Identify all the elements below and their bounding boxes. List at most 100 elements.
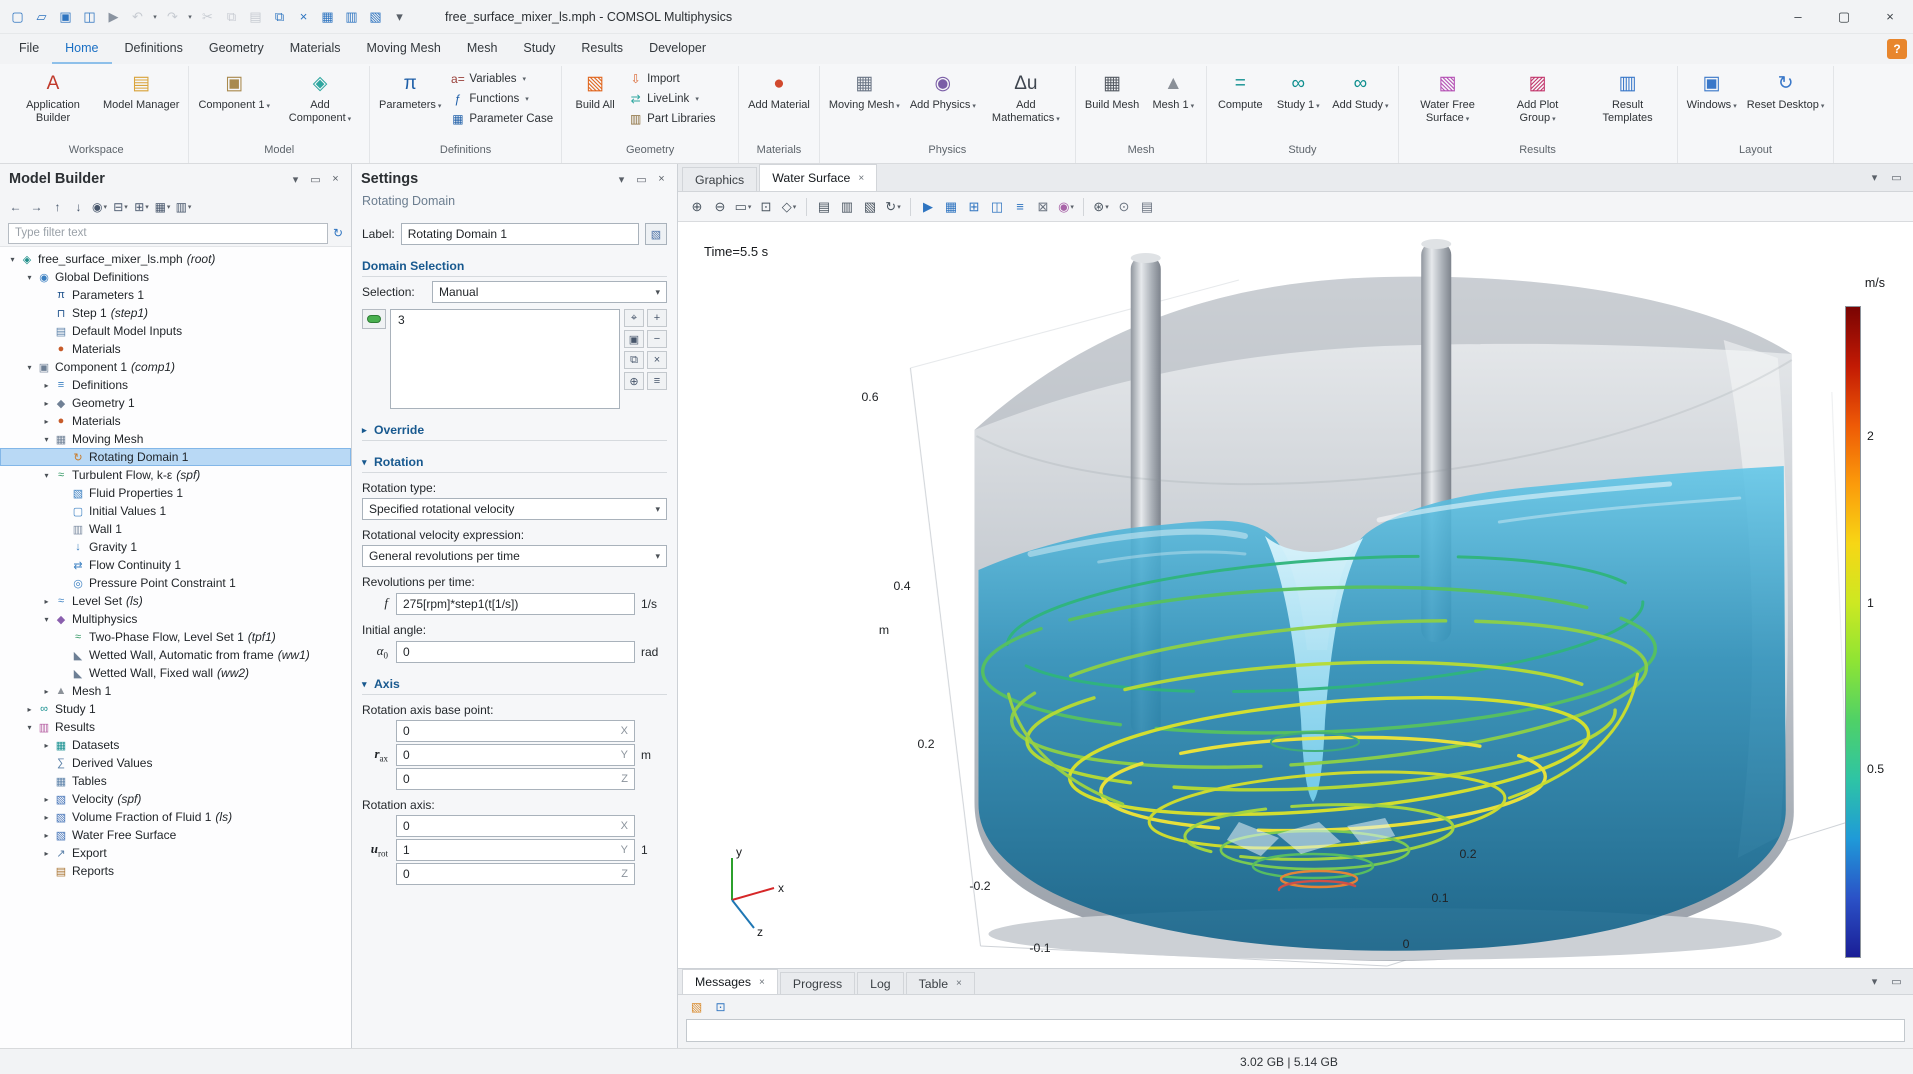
settings-close-icon[interactable]: × (655, 173, 668, 186)
ribbon-application-builder[interactable]: AApplication Builder (9, 67, 97, 128)
settings-menu-icon[interactable]: ▾ (615, 173, 628, 186)
animate-icon[interactable]: ▶ (917, 195, 939, 219)
tree-item-wetted-wall-automatic-from-frame[interactable]: ◣Wetted Wall, Automatic from frame(ww1) (0, 646, 351, 664)
tree-item-export[interactable]: ▸↗Export (0, 844, 351, 862)
model-builder-float-icon[interactable]: ▭ (309, 173, 322, 186)
close-icon[interactable]: × (759, 977, 765, 988)
selection-list[interactable]: 3 (390, 309, 620, 409)
close-icon[interactable]: × (956, 978, 962, 989)
label-input[interactable]: Rotating Domain 1 (401, 223, 639, 245)
chevron-right-icon[interactable]: ▸ (40, 831, 53, 840)
snapshot-icon[interactable]: ⊙ (1113, 195, 1135, 219)
chevron-down-icon[interactable]: ▾ (40, 435, 53, 444)
settings-float-icon[interactable]: ▭ (635, 173, 648, 186)
clear-selection-icon[interactable]: × (647, 351, 667, 369)
appearance-icon[interactable]: ◉▾ (1055, 195, 1077, 219)
ribbon-livelink[interactable]: ⇄LiveLink▾ (625, 91, 733, 107)
base-point-x-input[interactable]: 0X (396, 720, 635, 742)
tree-item-level-set[interactable]: ▸≈Level Set(ls) (0, 592, 351, 610)
ribbon-add-study[interactable]: ∞Add Study▾ (1328, 67, 1392, 115)
tree-item-datasets[interactable]: ▸▦Datasets (0, 736, 351, 754)
more-windows-icon[interactable]: ▾ (388, 5, 411, 29)
revolutions-input[interactable]: 275[rpm]*step1(t[1/s]) (396, 593, 635, 615)
tab-log[interactable]: Log (857, 972, 904, 994)
tree-item-pressure-point-constraint-1[interactable]: ◎Pressure Point Constraint 1 (0, 574, 351, 592)
chevron-down-icon[interactable]: ▾ (40, 471, 53, 480)
tree-item-turbulent-flow-k[interactable]: ▾≈Turbulent Flow, k-ε(spf) (0, 466, 351, 484)
chevron-right-icon[interactable]: ▸ (40, 849, 53, 858)
tab-water-surface[interactable]: Water Surface× (759, 164, 877, 191)
clear-messages-icon[interactable]: ▧ (687, 997, 706, 1017)
new-file-icon[interactable]: ▢ (6, 5, 29, 29)
model-tree-view-icon[interactable]: ▥▾ (174, 197, 193, 217)
tab-progress[interactable]: Progress (780, 972, 855, 994)
tree-item-gravity-1[interactable]: ↓Gravity 1 (0, 538, 351, 556)
remove-from-selection-icon[interactable]: − (647, 330, 667, 348)
chevron-right-icon[interactable]: ▸ (40, 813, 53, 822)
tree-item-fluid-properties-1[interactable]: ▧Fluid Properties 1 (0, 484, 351, 502)
zoom-in-icon[interactable]: ⊕ (686, 195, 708, 219)
paste-selection-icon[interactable]: ▣ (624, 330, 644, 348)
chevron-right-icon[interactable]: ▸ (40, 381, 53, 390)
tree-item-initial-values-1[interactable]: ▢Initial Values 1 (0, 502, 351, 520)
chevron-right-icon[interactable]: ▸ (40, 417, 53, 426)
messages-panel-menu-icon[interactable]: ▾ (1868, 975, 1881, 988)
velocity-expression-select[interactable]: General revolutions per time ▾ (362, 545, 667, 567)
section-rotation[interactable]: ▾ Rotation (362, 452, 667, 473)
tree-item-velocity[interactable]: ▸▧Velocity(spf) (0, 790, 351, 808)
show-axes-icon[interactable]: ⊞ (963, 195, 985, 219)
menu-study[interactable]: Study (510, 34, 568, 64)
undo-icon[interactable]: ↶ (126, 5, 149, 29)
close-icon[interactable]: × (858, 173, 864, 184)
tree-item-mesh-1[interactable]: ▸▲Mesh 1 (0, 682, 351, 700)
show-hide-icon[interactable]: ◉▾ (90, 197, 109, 217)
redo-menu-icon[interactable]: ▾ (185, 5, 195, 29)
ribbon-model-manager[interactable]: ▤Model Manager (99, 67, 183, 115)
tree-item-materials[interactable]: ▸●Materials (0, 412, 351, 430)
rename-button[interactable]: ▧ (645, 223, 667, 245)
measure-icon[interactable]: ≡ (1009, 195, 1031, 219)
collapse-tree-icon[interactable]: ⊟▾ (111, 197, 130, 217)
messages-list[interactable] (686, 1019, 1905, 1042)
tree-table-icon[interactable]: ▦▾ (153, 197, 172, 217)
tab-messages[interactable]: Messages× (682, 969, 778, 994)
ribbon-add-mathematics[interactable]: ΔuAdd Mathematics▾ (982, 67, 1070, 128)
open-file-icon[interactable]: ▱ (30, 5, 53, 29)
chevron-right-icon[interactable]: ▸ (40, 795, 53, 804)
tree-item-reports[interactable]: ▤Reports (0, 862, 351, 880)
print-icon[interactable]: ▤ (1136, 195, 1158, 219)
ribbon-functions[interactable]: ƒFunctions▾ (447, 91, 556, 107)
ribbon-import[interactable]: ⇩Import (625, 71, 733, 87)
go-forward-icon[interactable]: → (27, 197, 46, 217)
filter-refresh-icon[interactable]: ↻ (333, 226, 343, 240)
ribbon-reset-desktop[interactable]: ↻Reset Desktop▾ (1743, 67, 1829, 115)
section-axis[interactable]: ▾ Axis (362, 674, 667, 695)
tab-table[interactable]: Table× (906, 972, 975, 994)
ribbon-add-material[interactable]: ●Add Material (744, 67, 814, 115)
cut-icon[interactable]: ✂ (196, 5, 219, 29)
tree-item-definitions[interactable]: ▸≡Definitions (0, 376, 351, 394)
copy-selection-icon[interactable]: ⧉ (624, 351, 644, 369)
model-builder-close-icon[interactable]: × (329, 173, 342, 186)
tree-item-free-surface-mixer-ls-mph[interactable]: ▾◈free_surface_mixer_ls.mph(root) (0, 250, 351, 268)
rotation-type-select[interactable]: Specified rotational velocity ▾ (362, 498, 667, 520)
chevron-right-icon[interactable]: ▸ (40, 597, 53, 606)
chevron-down-icon[interactable]: ▾ (6, 255, 19, 264)
maximize-button[interactable]: ▢ (1821, 0, 1867, 33)
tree-item-default-model-inputs[interactable]: ▤Default Model Inputs (0, 322, 351, 340)
chevron-down-icon[interactable]: ▾ (40, 615, 53, 624)
tree-item-geometry-1[interactable]: ▸◆Geometry 1 (0, 394, 351, 412)
expand-tree-icon[interactable]: ⊞▾ (132, 197, 151, 217)
move-down-icon[interactable]: ↓ (69, 197, 88, 217)
duplicate-icon[interactable]: ⧉ (268, 5, 291, 29)
selection-mode-select[interactable]: Manual ▾ (432, 281, 667, 303)
save-as-icon[interactable]: ◫ (78, 5, 101, 29)
graphics-window-icon[interactable]: ▧ (364, 5, 387, 29)
3d-scene[interactable] (678, 222, 1913, 968)
go-back-icon[interactable]: ← (6, 197, 25, 217)
chevron-down-icon[interactable]: ▾ (23, 363, 36, 372)
ribbon-build-mesh[interactable]: ▦Build Mesh (1081, 67, 1143, 115)
model-builder-menu-icon[interactable]: ▾ (289, 173, 302, 186)
chevron-right-icon[interactable]: ▸ (40, 741, 53, 750)
redo-icon[interactable]: ↷ (161, 5, 184, 29)
